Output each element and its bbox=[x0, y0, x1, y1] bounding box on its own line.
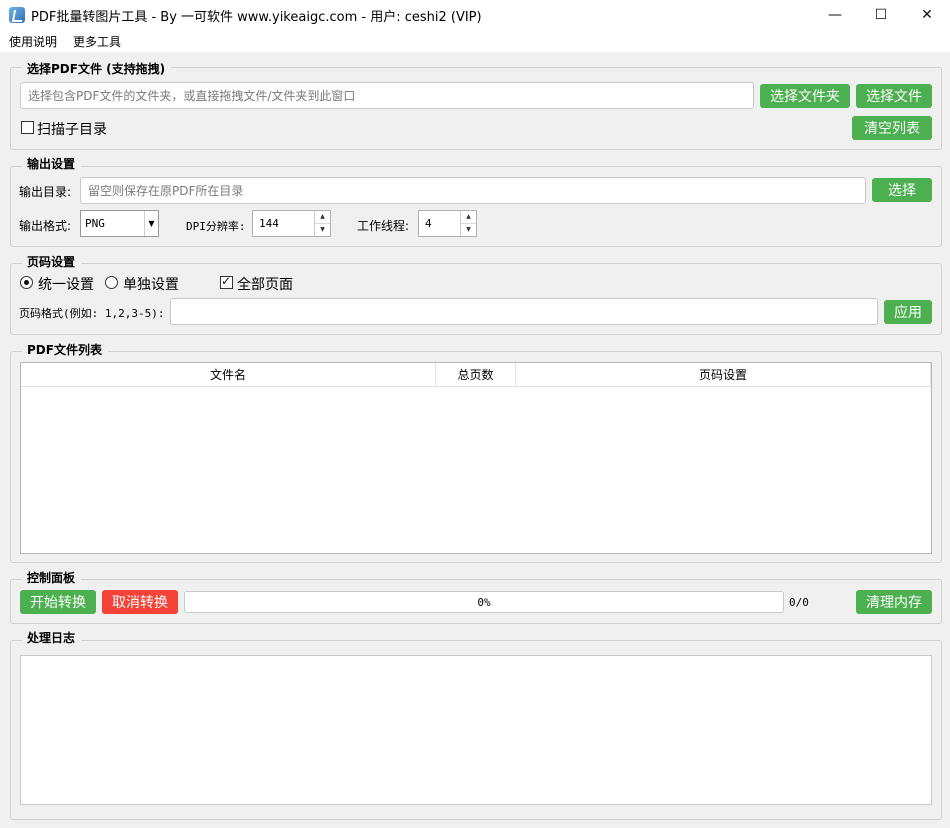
control-panel-title: 控制面板 bbox=[22, 569, 82, 586]
choose-folder-button[interactable]: 选择文件夹 bbox=[760, 84, 850, 108]
pdf-path-input[interactable]: 选择包含PDF文件的文件夹，或直接拖拽文件/文件夹到此窗口 bbox=[20, 82, 754, 109]
threads-value: 4 bbox=[425, 217, 432, 230]
threads-label: 工作线程: bbox=[357, 219, 410, 233]
window-title: PDF批量转图片工具 - By 一可软件 www.yikeaigc.com - … bbox=[31, 10, 482, 25]
app-icon bbox=[9, 7, 25, 23]
page-format-input[interactable] bbox=[170, 298, 878, 325]
pdf-file-table[interactable]: 文件名 总页数 页码设置 bbox=[20, 362, 932, 554]
minimize-button[interactable]: — bbox=[812, 0, 858, 30]
chevron-down-icon: ▼ bbox=[144, 211, 158, 236]
all-pages-checkbox[interactable] bbox=[220, 274, 233, 289]
cancel-convert-button[interactable]: 取消转换 bbox=[102, 590, 178, 614]
start-convert-button[interactable]: 开始转换 bbox=[20, 590, 96, 614]
scan-subdirs-checkbox[interactable] bbox=[21, 121, 34, 134]
output-format-value: PNG bbox=[85, 217, 105, 230]
output-format-label: 输出格式: bbox=[19, 219, 72, 233]
menu-bar bbox=[0, 30, 950, 52]
menu-more-tools[interactable]: 更多工具 bbox=[73, 33, 121, 50]
apply-button[interactable]: 应用 bbox=[884, 300, 932, 324]
close-button[interactable]: ✕ bbox=[904, 0, 950, 30]
dpi-spinbox[interactable]: 144 ▲ ▼ bbox=[252, 210, 331, 237]
output-dir-input[interactable]: 留空则保存在原PDF所在目录 bbox=[80, 177, 866, 204]
column-header-total-pages[interactable]: 总页数 bbox=[436, 363, 516, 387]
individual-settings-radio[interactable] bbox=[105, 276, 118, 289]
progress-bar: 0% bbox=[184, 591, 784, 613]
column-header-filename[interactable]: 文件名 bbox=[21, 363, 436, 387]
dpi-increment-icon[interactable]: ▲ bbox=[315, 211, 330, 224]
threads-decrement-icon[interactable]: ▼ bbox=[461, 224, 476, 237]
output-format-select[interactable]: PNG ▼ bbox=[80, 210, 159, 237]
pdf-list-title: PDF文件列表 bbox=[22, 341, 108, 358]
dpi-value: 144 bbox=[259, 217, 279, 230]
progress-text: 0% bbox=[477, 595, 491, 609]
threads-spinbox[interactable]: 4 ▲ ▼ bbox=[418, 210, 477, 237]
progress-count: 0/0 bbox=[789, 596, 809, 609]
log-textarea[interactable] bbox=[20, 655, 932, 805]
choose-output-dir-button[interactable]: 选择 bbox=[872, 178, 932, 202]
threads-increment-icon[interactable]: ▲ bbox=[461, 211, 476, 224]
output-dir-label: 输出目录: bbox=[19, 185, 72, 199]
page-settings-title: 页码设置 bbox=[22, 253, 82, 270]
menu-help[interactable]: 使用说明 bbox=[9, 33, 57, 50]
choose-file-button[interactable]: 选择文件 bbox=[856, 84, 932, 108]
individual-settings-label: 单独设置 bbox=[123, 277, 179, 293]
column-header-page-settings[interactable]: 页码设置 bbox=[516, 363, 931, 387]
clear-memory-button[interactable]: 清理内存 bbox=[856, 590, 932, 614]
dpi-label: DPI分辨率: bbox=[186, 220, 246, 233]
maximize-button[interactable]: ☐ bbox=[858, 0, 904, 30]
log-title: 处理日志 bbox=[22, 629, 82, 646]
select-pdf-group-title: 选择PDF文件 (支持拖拽) bbox=[22, 60, 172, 77]
scan-subdirs-label: 扫描子目录 bbox=[37, 122, 107, 138]
clear-list-button[interactable]: 清空列表 bbox=[852, 116, 932, 140]
page-format-label: 页码格式(例如: 1,2,3-5): bbox=[19, 307, 165, 320]
dpi-decrement-icon[interactable]: ▼ bbox=[315, 224, 330, 237]
output-settings-title: 输出设置 bbox=[22, 155, 82, 172]
unified-settings-label: 统一设置 bbox=[38, 277, 94, 293]
all-pages-label: 全部页面 bbox=[237, 277, 293, 293]
unified-settings-radio[interactable] bbox=[20, 276, 33, 289]
